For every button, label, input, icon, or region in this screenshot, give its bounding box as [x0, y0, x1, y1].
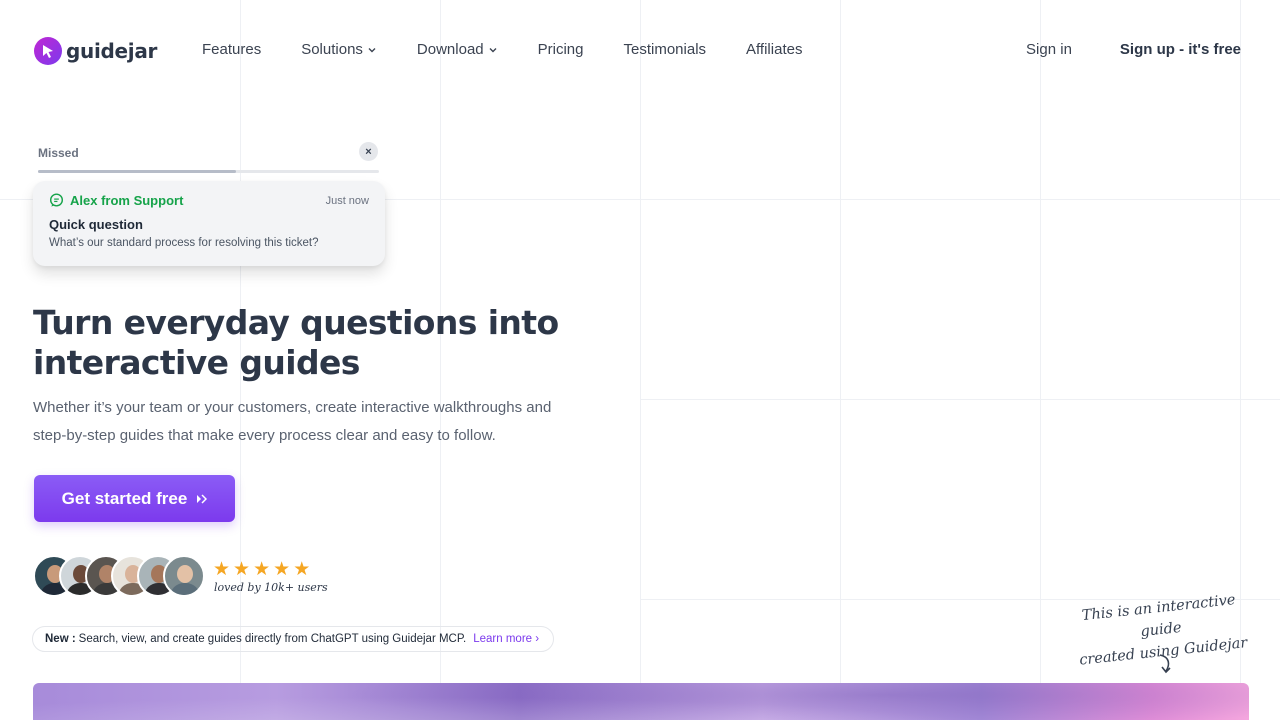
star-icon: ★ — [233, 559, 251, 580]
brand-name: guidejar — [66, 39, 158, 63]
nav-links: Features Solutions Download Pricing Test… — [202, 41, 842, 58]
chevron-right-icon: › — [535, 633, 540, 645]
nav-item-testimonials[interactable]: Testimonials — [624, 41, 707, 58]
notification-card[interactable]: Alex from Support Just now Quick questio… — [33, 181, 385, 266]
announcement-pill[interactable]: New : Search, view, and create guides di… — [32, 626, 555, 652]
nav-item-download[interactable]: Download — [417, 41, 498, 58]
brand-logo[interactable]: guidejar — [34, 37, 157, 65]
notification-progress-bar — [38, 170, 379, 173]
sender-name: Alex from Support — [70, 193, 184, 208]
nav-item-solutions[interactable]: Solutions — [301, 41, 377, 58]
progress-fill — [38, 170, 236, 173]
chevron-down-icon — [368, 47, 376, 52]
hero-subtitle: Whether it’s your team or your customers… — [33, 399, 552, 444]
star-icon: ★ — [273, 559, 291, 580]
sign-up-link[interactable]: Sign up - it's free — [1120, 41, 1241, 58]
nav-item-affiliates[interactable]: Affiliates — [746, 41, 802, 58]
logo-cursor-icon — [34, 37, 62, 65]
star-icon: ★ — [213, 559, 231, 580]
announcement-text: Search, view, and create guides directly… — [78, 633, 467, 645]
top-navigation: guidejar Features Solutions Download Pri… — [0, 0, 1280, 100]
get-started-button[interactable]: Get started free — [34, 475, 235, 522]
auth-links: Sign in Sign up - it's free — [1026, 41, 1241, 58]
chevron-down-icon — [489, 47, 497, 52]
announcement-tag: New : — [45, 633, 76, 645]
notification-time: Just now — [325, 195, 369, 207]
notification-header: Missed × — [38, 142, 379, 162]
hero-title: Turn everyday questions into interactive… — [33, 303, 559, 382]
chat-bubble-icon — [49, 193, 64, 207]
learn-more-link[interactable]: Learn more › — [473, 633, 539, 645]
rating-stars: ★ ★ ★ ★ ★ — [213, 560, 310, 579]
nav-item-features[interactable]: Features — [202, 41, 261, 58]
guide-preview-image[interactable] — [33, 683, 1249, 720]
sign-in-link[interactable]: Sign in — [1026, 41, 1072, 58]
avatar — [163, 555, 205, 597]
notification-sender: Alex from Support — [49, 193, 369, 208]
nav-item-pricing[interactable]: Pricing — [538, 41, 584, 58]
star-icon: ★ — [293, 559, 311, 580]
notification-title: Quick question — [49, 217, 143, 232]
double-chevron-right-icon — [197, 493, 208, 504]
user-avatars — [33, 555, 205, 597]
notification-status: Missed — [38, 146, 79, 160]
notification-body: What’s our standard process for resolvin… — [49, 237, 319, 249]
rating-caption: loved by 10k+ users — [214, 581, 328, 594]
curved-arrow-icon — [1159, 654, 1171, 674]
star-icon: ★ — [253, 559, 271, 580]
close-icon[interactable]: × — [359, 142, 378, 161]
